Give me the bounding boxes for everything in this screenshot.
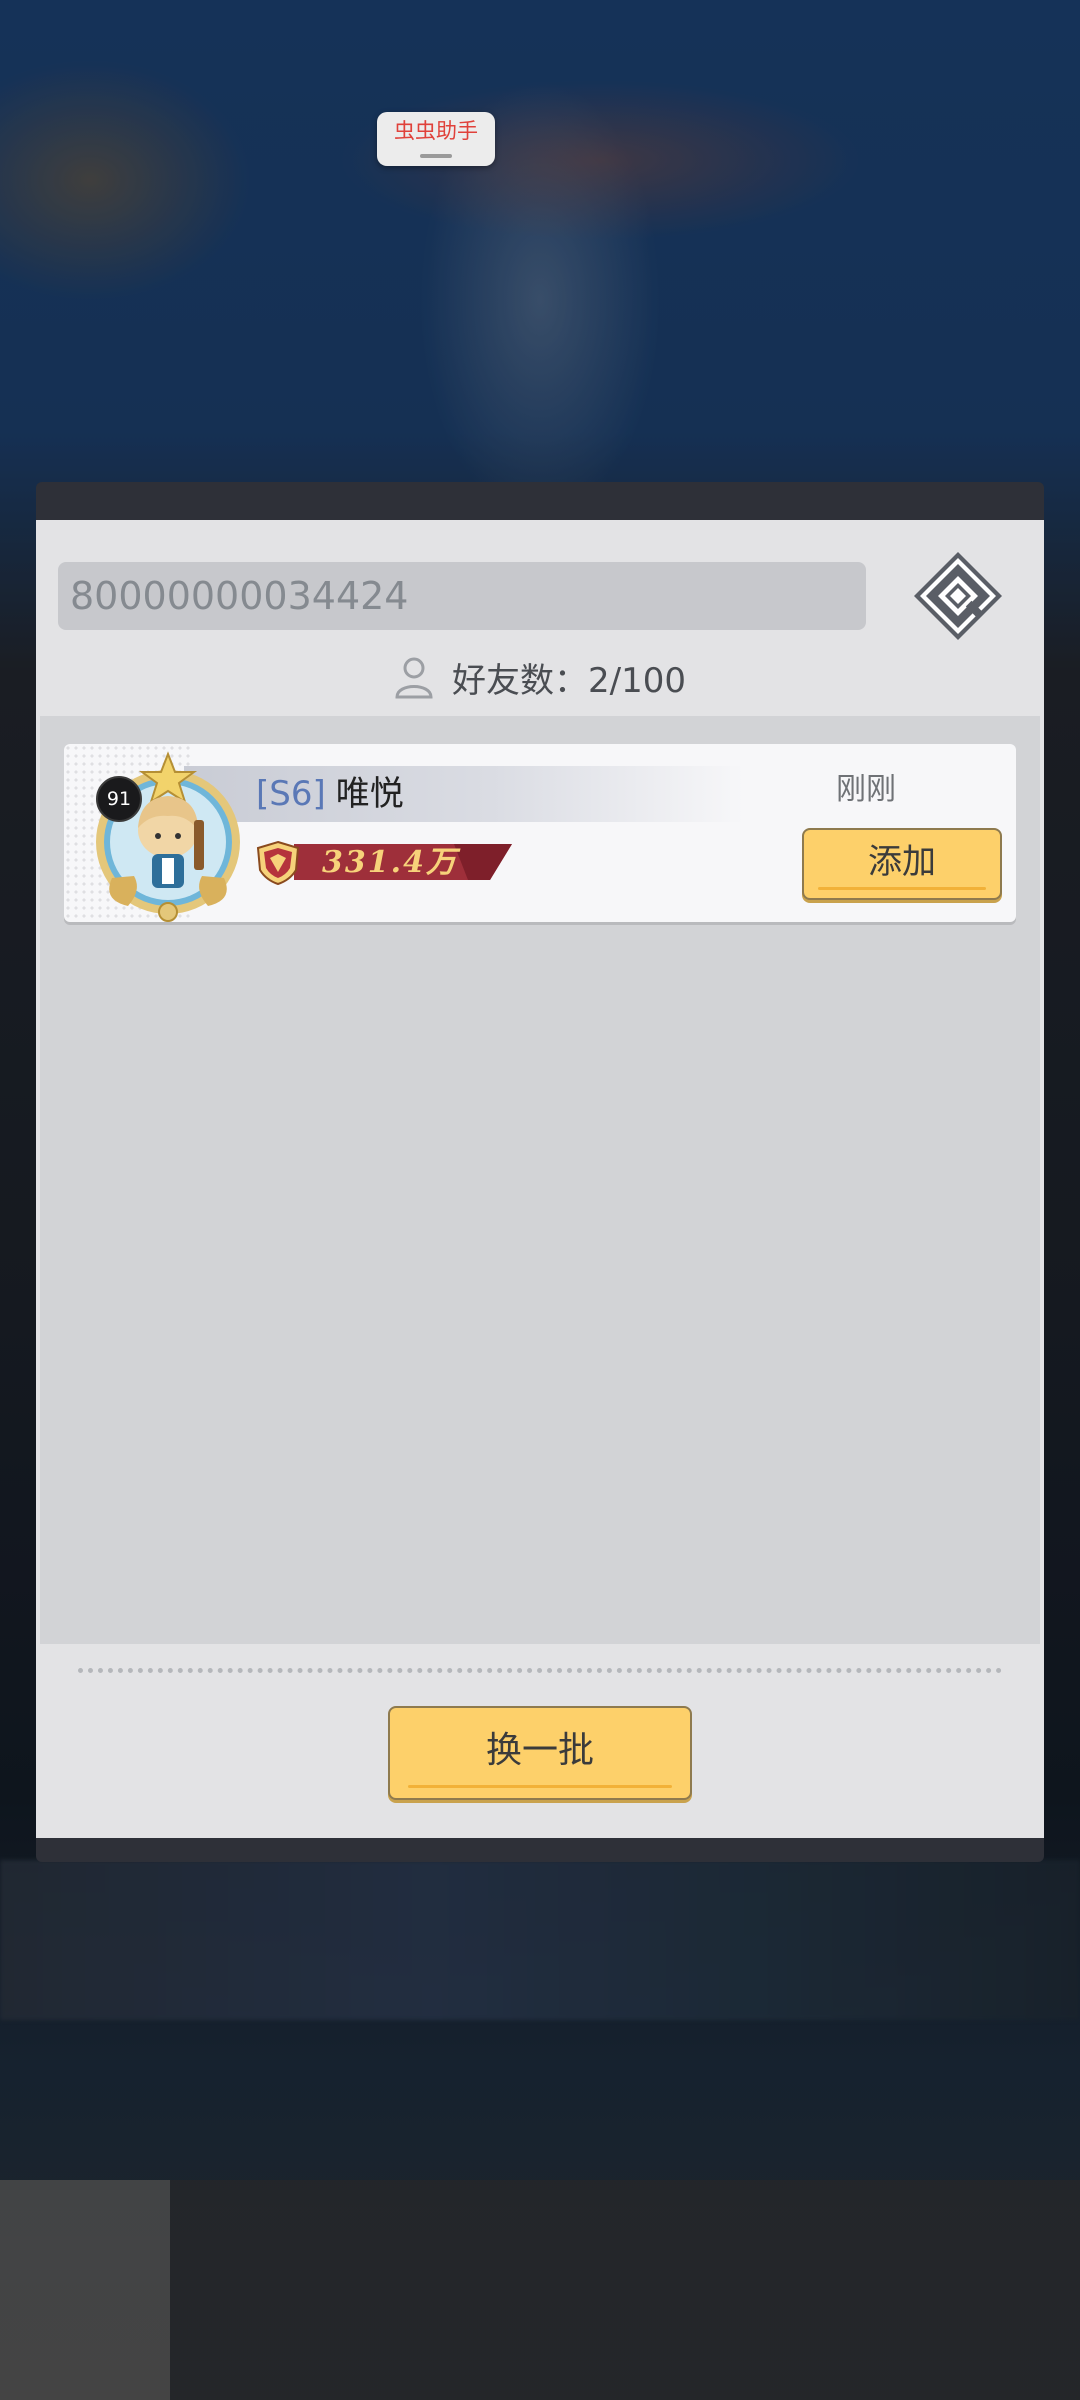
player-id-input[interactable] — [58, 562, 866, 630]
friend-count: 好友数：2/100 — [36, 650, 1044, 704]
assistant-label: 虫虫助手 — [394, 119, 478, 143]
add-friend-button[interactable]: 添加 — [802, 828, 1002, 900]
combat-power-value: 331.4万 — [322, 845, 458, 880]
assistant-floating-button[interactable]: 虫虫助手 — [377, 112, 495, 166]
shield-icon — [256, 840, 300, 886]
player-name-text: 唯悦 — [335, 774, 404, 814]
dialog-body: 好友数：2/100 — [36, 520, 1044, 1838]
add-friend-dialog: 好友数：2/100 — [36, 482, 1044, 1862]
search-button[interactable] — [912, 550, 1004, 642]
last-online: 刚刚 — [836, 772, 896, 807]
level-badge: 91 — [96, 776, 142, 822]
server-tag: [S6] — [256, 774, 326, 814]
refresh-batch-button[interactable]: 换一批 — [388, 1706, 692, 1800]
drag-handle[interactable] — [420, 154, 452, 158]
avatar[interactable] — [82, 750, 254, 922]
person-icon — [395, 657, 433, 699]
recommended-friends-list[interactable]: 91 [S6] 唯悦 331.4万 刚刚 添加 — [40, 716, 1040, 1644]
player-name: [S6] 唯悦 — [256, 768, 404, 820]
friend-count-text: 好友数：2/100 — [452, 660, 686, 701]
refresh-batch-label: 换一批 — [485, 1730, 594, 1771]
list-item[interactable]: 91 [S6] 唯悦 331.4万 刚刚 添加 — [64, 744, 1016, 922]
add-friend-label: 添加 — [868, 842, 936, 882]
magnifier-icon — [914, 552, 1002, 640]
divider — [78, 1668, 1002, 1673]
